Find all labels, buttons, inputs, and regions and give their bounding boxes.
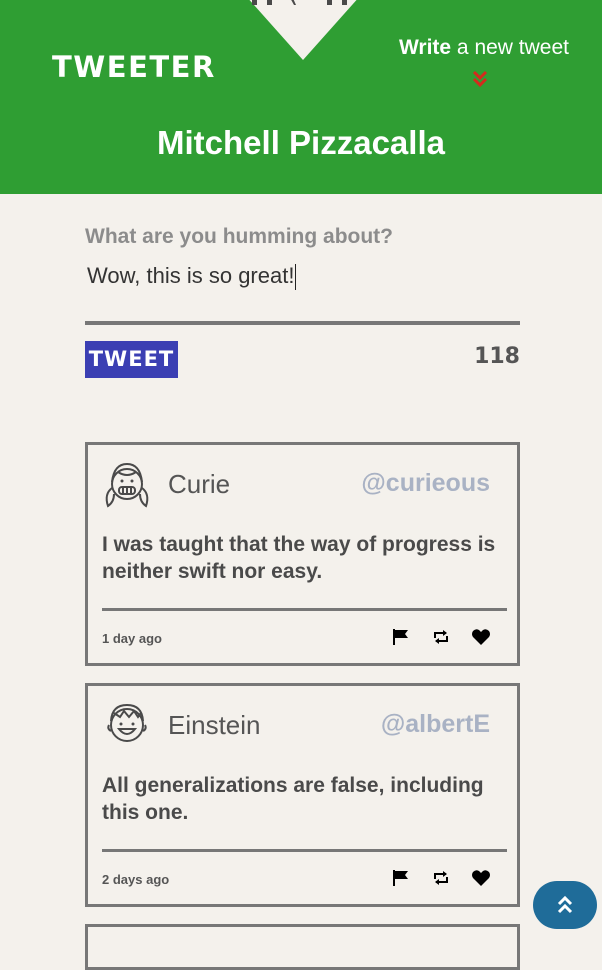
tweet-timestamp: 2 days ago <box>102 872 170 887</box>
heart-icon[interactable] <box>471 868 491 888</box>
heart-icon[interactable] <box>471 627 491 647</box>
composer-label: What are you humming about? <box>85 225 393 248</box>
text-caret <box>295 264 297 291</box>
app-logo[interactable]: TWEETER <box>52 50 216 84</box>
tweet-author-name: Einstein <box>168 710 261 740</box>
tweet-composer: What are you humming about? Wow, this is… <box>85 225 520 291</box>
tweet-author-handle[interactable]: @curieous <box>361 469 490 498</box>
tweet-textarea[interactable]: Wow, this is so great! <box>85 261 520 291</box>
boy-avatar-icon <box>107 703 147 742</box>
profile-avatar-icon <box>252 0 347 5</box>
tweet-card-partial <box>85 924 520 970</box>
double-chevron-down-icon[interactable] <box>471 70 489 88</box>
tweet-actions <box>391 868 491 888</box>
tweet-divider <box>102 849 507 852</box>
tweet-submit-button[interactable]: TWEET <box>85 341 178 378</box>
tweet-card: Curie @curieous I was taught that the wa… <box>85 442 520 666</box>
character-counter: 118 <box>474 344 520 369</box>
tweet-author-name: Curie <box>168 469 231 499</box>
tweet-card: Einstein @albertE All generalizations ar… <box>85 683 520 907</box>
retweet-icon[interactable] <box>431 868 451 888</box>
profile-name: Mitchell Pizzacalla <box>157 124 445 161</box>
composer-divider <box>85 321 520 325</box>
double-chevron-up-icon <box>557 895 573 914</box>
tweet-divider <box>102 608 507 611</box>
tweet-timestamp: 1 day ago <box>102 631 162 646</box>
write-link-rest: a new tweet <box>451 36 569 59</box>
girl-avatar-icon <box>105 462 149 508</box>
retweet-icon[interactable] <box>431 627 451 647</box>
tweet-actions <box>391 627 491 647</box>
scroll-to-top-button[interactable] <box>533 881 597 929</box>
flag-icon[interactable] <box>391 627 411 647</box>
write-new-tweet-link[interactable]: Write a new tweet <box>399 36 569 60</box>
tweet-body: All generalizations are false, including… <box>102 774 484 824</box>
tweet-body: I was taught that the way of progress is… <box>102 533 496 583</box>
tweet-author-handle[interactable]: @albertE <box>381 710 490 739</box>
flag-icon[interactable] <box>391 868 411 888</box>
tweet-textarea-value: Wow, this is so great! <box>87 263 295 288</box>
header: TWEETER Write a new tweet Mitchell Pizza… <box>0 0 602 194</box>
write-link-bold: Write <box>398 36 452 59</box>
